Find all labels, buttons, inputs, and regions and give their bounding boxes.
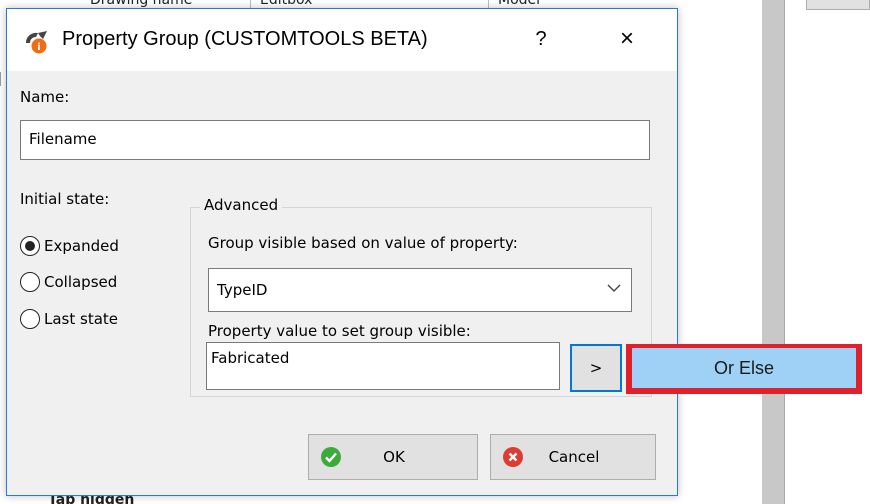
add-value-button[interactable]: >: [570, 344, 622, 392]
background-right-panel: [784, 0, 870, 504]
ok-button[interactable]: OK: [308, 434, 478, 480]
radio-button-icon[interactable]: [20, 272, 40, 292]
radio-expanded[interactable]: Expanded: [20, 234, 119, 258]
cancel-button-label: Cancel: [548, 448, 600, 466]
background-button[interactable]: [806, 0, 870, 10]
radio-last-state[interactable]: Last state: [20, 307, 118, 331]
property-select-value: TypeID: [217, 281, 268, 299]
radio-expanded-label: Expanded: [44, 237, 119, 255]
radio-last-state-label: Last state: [44, 310, 119, 328]
radio-button-icon[interactable]: [20, 309, 40, 329]
customtools-logo-icon: i: [26, 31, 47, 54]
cancel-x-icon: [503, 447, 523, 467]
help-button[interactable]: ?: [527, 23, 555, 55]
property-value-label: Property value to set group visible:: [208, 322, 471, 340]
property-value-input[interactable]: Fabricated: [206, 342, 560, 390]
close-button[interactable]: ×: [611, 23, 643, 55]
radio-collapsed-label: Collapsed: [44, 273, 118, 291]
radio-button-checked-icon[interactable]: [20, 236, 40, 256]
grid-header-drawing-name: Drawing name: [90, 0, 193, 8]
dialog-title: Property Group (CUSTOMTOOLS BETA): [62, 28, 428, 50]
svg-text:i: i: [37, 42, 40, 53]
ok-button-label: OK: [383, 448, 405, 466]
background-scrollbar[interactable]: [762, 0, 784, 504]
chevron-down-icon[interactable]: [607, 281, 621, 295]
property-select[interactable]: TypeID: [208, 268, 632, 312]
cancel-button[interactable]: Cancel: [490, 434, 656, 480]
checkmark-icon: [321, 447, 341, 467]
radio-collapsed[interactable]: Collapsed: [20, 270, 117, 294]
grid-header-editbox: Editbox: [260, 0, 313, 8]
or-else-button[interactable]: Or Else: [632, 348, 856, 388]
advanced-legend: Advanced: [200, 196, 283, 214]
initial-state-label: Initial state:: [20, 190, 110, 208]
grid-header-model: Model: [498, 0, 541, 8]
group-visible-label: Group visible based on value of property…: [208, 234, 518, 252]
name-input[interactable]: Filename: [20, 120, 650, 160]
name-label: Name:: [20, 88, 70, 106]
title-bar[interactable]: i Property Group (CUSTOMTOOLS BETA) ? ×: [7, 9, 677, 71]
